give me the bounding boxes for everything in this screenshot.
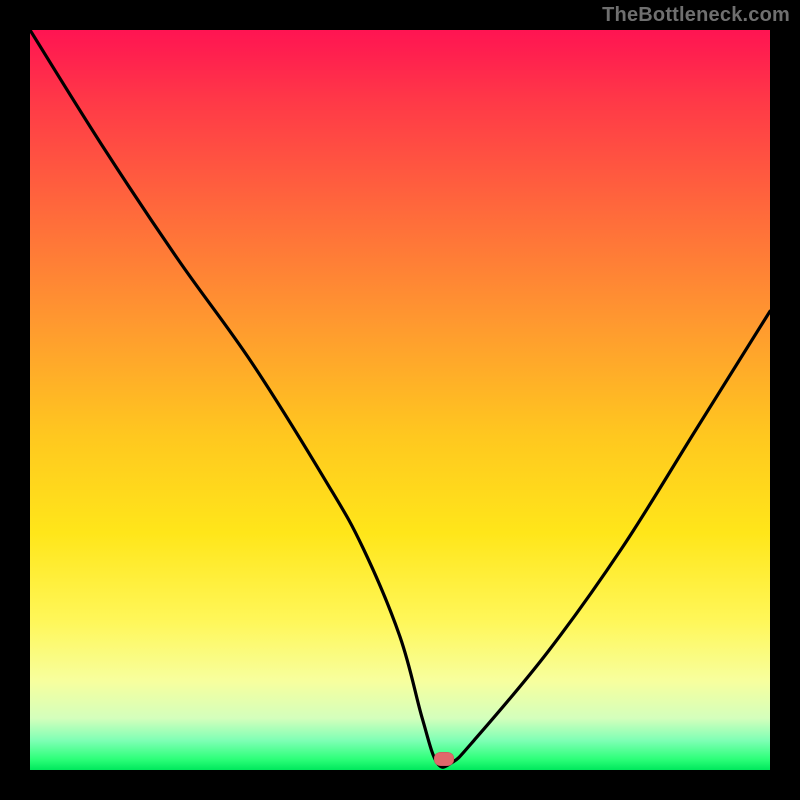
- plot-area: [30, 30, 770, 770]
- optimal-point-marker: [434, 752, 454, 766]
- watermark-text: TheBottleneck.com: [602, 4, 790, 27]
- bottleneck-curve: [30, 30, 770, 770]
- chart-frame: TheBottleneck.com: [0, 0, 800, 800]
